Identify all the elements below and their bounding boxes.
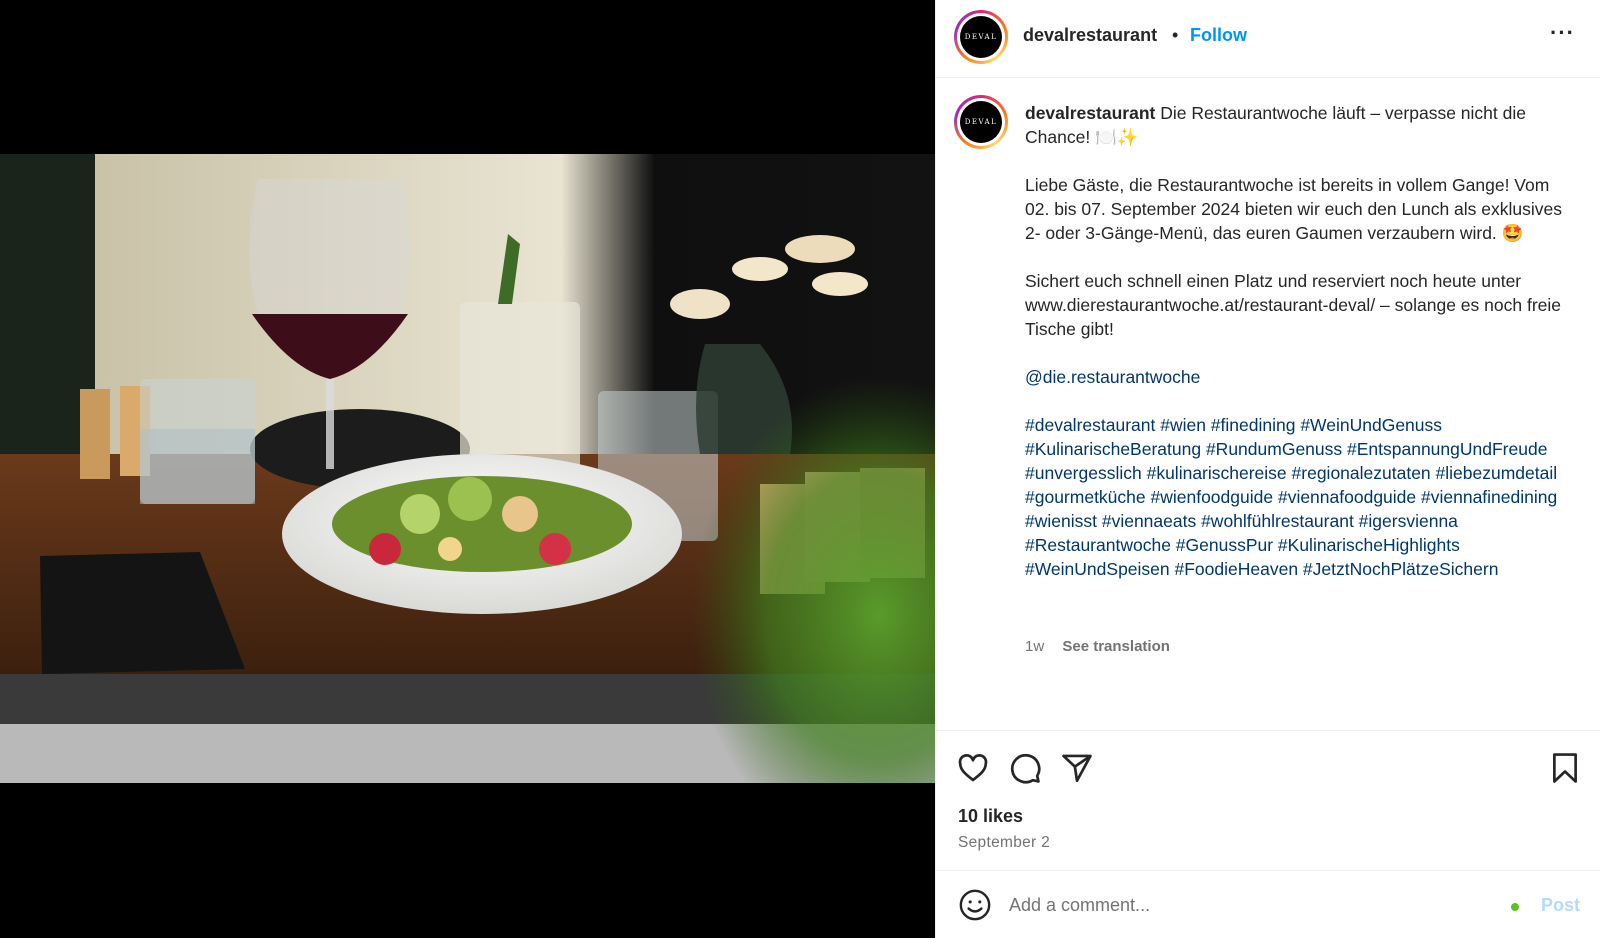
see-translation-button[interactable]: See translation	[1062, 638, 1170, 655]
comment-bar: Post	[936, 870, 1600, 938]
heart-icon[interactable]	[956, 751, 990, 785]
paper-plane-icon[interactable]	[1060, 751, 1094, 785]
username-link[interactable]: devalrestaurant	[1023, 25, 1157, 46]
post-actions: 10 likes September 2	[936, 730, 1600, 870]
caption-meta: 1w See translation	[1025, 638, 1170, 655]
more-options-icon[interactable]: ···	[1550, 20, 1575, 46]
caption-avatar[interactable]: DEVAL	[954, 95, 1008, 149]
separator-dot: •	[1172, 25, 1179, 45]
hashtags[interactable]: #devalrestaurant #wien #finedining #Wein…	[1025, 413, 1570, 581]
avatar[interactable]: DEVAL	[954, 10, 1008, 64]
caption-avatar-logo: DEVAL	[960, 101, 1002, 143]
caption-section: DEVAL devalrestaurant Die Restaurantwoch…	[936, 79, 1600, 730]
avatar-logo: DEVAL	[960, 16, 1002, 58]
post-photo	[0, 154, 935, 783]
likes-count[interactable]: 10 likes	[958, 806, 1023, 827]
post-header: DEVAL devalrestaurant • Follow ···	[936, 0, 1600, 78]
status-dot	[1511, 903, 1519, 911]
caption-username[interactable]: devalrestaurant	[1025, 103, 1155, 123]
post-media[interactable]	[0, 0, 935, 938]
post-caption: devalrestaurant Die Restaurantwoche läuf…	[1025, 101, 1570, 605]
time-ago: 1w	[1025, 638, 1045, 655]
post-sidebar: DEVAL devalrestaurant • Follow ··· DEVAL…	[935, 0, 1600, 938]
caption-paragraph-2: Sichert euch schnell einen Platz und res…	[1025, 271, 1561, 339]
smiley-icon[interactable]	[958, 888, 992, 922]
follow-button[interactable]: Follow	[1190, 25, 1247, 46]
post-comment-button[interactable]: Post	[1541, 895, 1580, 916]
post-date: September 2	[958, 834, 1051, 851]
mention-link[interactable]: @die.restaurantwoche	[1025, 367, 1200, 387]
bookmark-icon[interactable]	[1548, 751, 1582, 785]
comment-icon[interactable]	[1008, 751, 1042, 785]
comment-input[interactable]	[1009, 891, 1479, 919]
caption-paragraph-1: Liebe Gäste, die Restaurantwoche ist ber…	[1025, 175, 1562, 243]
